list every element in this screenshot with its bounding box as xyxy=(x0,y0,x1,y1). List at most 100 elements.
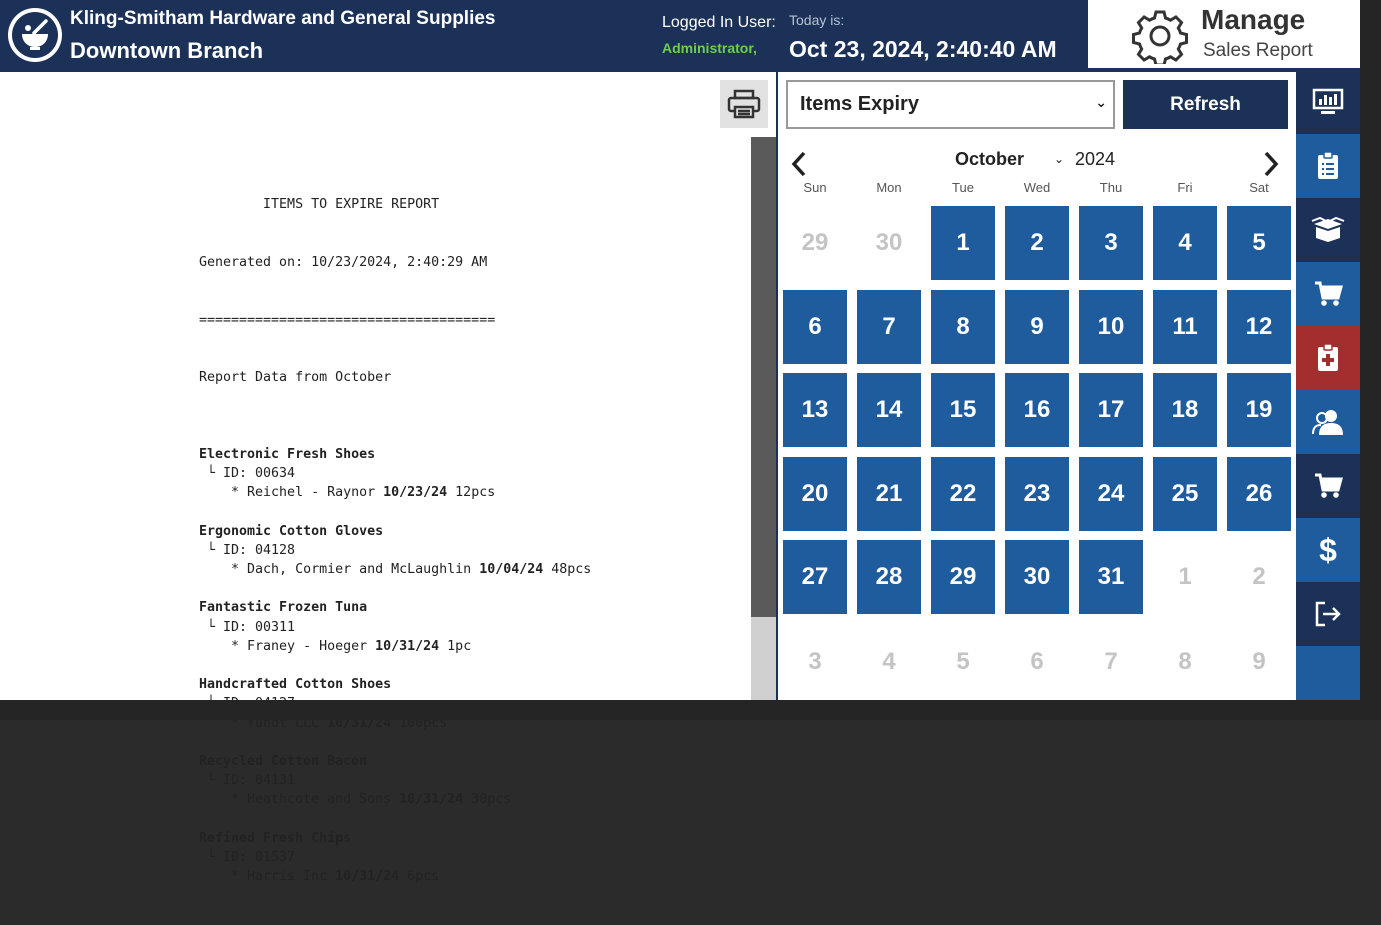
dashboard-monitor-icon xyxy=(1312,88,1344,116)
report-item-detail: * Heathcote and Sons 10/31/24 30pcs xyxy=(199,792,512,808)
calendar-day[interactable]: 24 xyxy=(1079,457,1143,531)
calendar-day[interactable]: 20 xyxy=(783,457,847,531)
company-name: Kling-Smitham Hardware and General Suppl… xyxy=(70,8,496,29)
calendar-day[interactable]: 7 xyxy=(857,290,921,364)
month-select[interactable]: October xyxy=(955,149,1024,170)
cart-icon xyxy=(1313,472,1343,500)
calendar-day[interactable]: 1 xyxy=(931,206,995,280)
weekday-header-thu: Thu xyxy=(1099,180,1123,195)
calendar-day[interactable]: 4 xyxy=(1153,206,1217,280)
calendar-day[interactable]: 21 xyxy=(857,457,921,531)
calendar-day[interactable]: 13 xyxy=(783,373,847,447)
calendar-day[interactable]: 17 xyxy=(1079,373,1143,447)
shopping-cart-icon xyxy=(1313,280,1343,308)
calendar-day-outside-month[interactable]: 3 xyxy=(783,625,847,699)
report-type-select[interactable]: Items Expiry ⌄ xyxy=(786,80,1115,129)
calendar-day[interactable]: 19 xyxy=(1227,373,1291,447)
calendar-day[interactable]: 25 xyxy=(1153,457,1217,531)
chevron-right-icon xyxy=(1264,151,1279,177)
chevron-down-icon: ⌄ xyxy=(1095,94,1107,110)
calendar-day[interactable]: 26 xyxy=(1227,457,1291,531)
sidebar-nav-logout[interactable] xyxy=(1296,582,1360,646)
company-logo xyxy=(8,8,62,62)
report-item-detail: * Dach, Cormier and McLaughlin 10/04/24 … xyxy=(199,562,592,578)
report-item-id: └ ID: 00634 xyxy=(199,466,296,482)
report-item-id: └ ID: 04128 xyxy=(199,542,296,558)
background-strip-bottom xyxy=(0,700,1381,720)
report-spacer xyxy=(199,733,591,752)
report-separator: ===================================== xyxy=(199,312,496,328)
calendar-day-outside-month[interactable]: 8 xyxy=(1153,625,1217,699)
calendar-day[interactable]: 29 xyxy=(931,540,995,614)
logged-in-label: Logged In User: xyxy=(662,14,776,31)
calendar-day-outside-month[interactable]: 2 xyxy=(1227,540,1291,614)
logged-in-user: Administrator, xyxy=(662,40,757,56)
sidebar-nav-dashboard-monitor[interactable] xyxy=(1296,70,1360,134)
calendar-day-outside-month[interactable]: 4 xyxy=(857,625,921,699)
report-spacer xyxy=(199,656,591,675)
sidebar-nav-open-box[interactable] xyxy=(1296,198,1360,262)
calendar-day-outside-month[interactable]: 5 xyxy=(931,625,995,699)
calendar-day[interactable]: 3 xyxy=(1079,206,1143,280)
report-item-detail: * Reichel - Raynor 10/23/24 12pcs xyxy=(199,485,496,501)
calendar-day[interactable]: 18 xyxy=(1153,373,1217,447)
calendar-day[interactable]: 8 xyxy=(931,290,995,364)
report-item-name: Ergonomic Cotton Gloves xyxy=(199,523,384,539)
calendar-day[interactable]: 30 xyxy=(1005,540,1069,614)
calendar-day[interactable]: 16 xyxy=(1005,373,1069,447)
calendar-day[interactable]: 12 xyxy=(1227,290,1291,364)
report-item-name: Fantastic Frozen Tuna xyxy=(199,600,368,616)
background-strip-right xyxy=(1360,0,1381,720)
report-item-name: Handcrafted Cotton Shoes xyxy=(199,677,392,693)
manage-title: Manage xyxy=(1201,4,1306,35)
calendar-day[interactable]: 15 xyxy=(931,373,995,447)
calendar-day-outside-month[interactable]: 30 xyxy=(857,206,921,280)
calendar-day[interactable]: 10 xyxy=(1079,290,1143,364)
weekday-header-fri: Fri xyxy=(1177,180,1193,195)
calendar-day[interactable]: 31 xyxy=(1079,540,1143,614)
calendar-day[interactable]: 27 xyxy=(783,540,847,614)
calendar-day-outside-month[interactable]: 6 xyxy=(1005,625,1069,699)
manage-section: Manage Sales Report xyxy=(1088,0,1360,68)
dollar-icon: $ xyxy=(1317,534,1339,566)
sidebar-nav-clipboard-list[interactable] xyxy=(1296,134,1360,198)
calendar-day[interactable]: 28 xyxy=(857,540,921,614)
calendar-day[interactable]: 11 xyxy=(1153,290,1217,364)
chevron-left-icon xyxy=(791,151,806,177)
calendar-day[interactable]: 14 xyxy=(857,373,921,447)
medical-clipboard-icon xyxy=(1316,343,1340,373)
users-icon xyxy=(1312,408,1344,436)
calendar-day[interactable]: 6 xyxy=(783,290,847,364)
refresh-button[interactable]: Refresh xyxy=(1123,80,1288,129)
sidebar-nav-users[interactable] xyxy=(1296,390,1360,454)
report-scrollbar-thumb[interactable] xyxy=(751,137,776,617)
report-item-name: Recycled Cotton Bacon xyxy=(199,753,368,769)
report-generated: Generated on: 10/23/2024, 2:40:29 AM xyxy=(199,255,488,270)
calendar-day[interactable]: 2 xyxy=(1005,206,1069,280)
svg-text:$: $ xyxy=(1319,534,1337,566)
report-data-from: Report Data from October xyxy=(199,370,392,386)
report-item-detail: * Harris Inc 10/31/24 6pcs xyxy=(199,869,440,885)
calendar-day[interactable]: 23 xyxy=(1005,457,1069,531)
year-select[interactable]: 2024 xyxy=(1075,149,1115,170)
sidebar-nav-shopping-cart[interactable] xyxy=(1296,262,1360,326)
open-box-icon xyxy=(1311,216,1345,244)
weekday-header-mon: Mon xyxy=(876,180,902,195)
calendar-day-outside-month[interactable]: 29 xyxy=(783,206,847,280)
branch-name: Downtown Branch xyxy=(70,38,264,63)
calendar-day-outside-month[interactable]: 7 xyxy=(1079,625,1143,699)
sidebar-nav-dollar[interactable]: $ xyxy=(1296,518,1360,582)
calendar-day-outside-month[interactable]: 1 xyxy=(1153,540,1217,614)
sidebar-nav-medical-clipboard[interactable] xyxy=(1296,326,1360,390)
print-button[interactable] xyxy=(720,80,768,128)
current-datetime: Oct 23, 2024, 2:40:40 AM xyxy=(789,36,1057,62)
calendar-day[interactable]: 22 xyxy=(931,457,995,531)
calendar-day-outside-month[interactable]: 9 xyxy=(1227,625,1291,699)
sidebar-nav-cart[interactable] xyxy=(1296,454,1360,518)
calendar-day[interactable]: 5 xyxy=(1227,206,1291,280)
weekday-header-wed: Wed xyxy=(1023,180,1051,195)
gear-icon xyxy=(1132,10,1188,64)
report-spacer xyxy=(199,426,591,445)
calendar-day[interactable]: 9 xyxy=(1005,290,1069,364)
expiry-report-text: ITEMS TO EXPIRE REPORT Generated on: 10/… xyxy=(199,157,591,925)
